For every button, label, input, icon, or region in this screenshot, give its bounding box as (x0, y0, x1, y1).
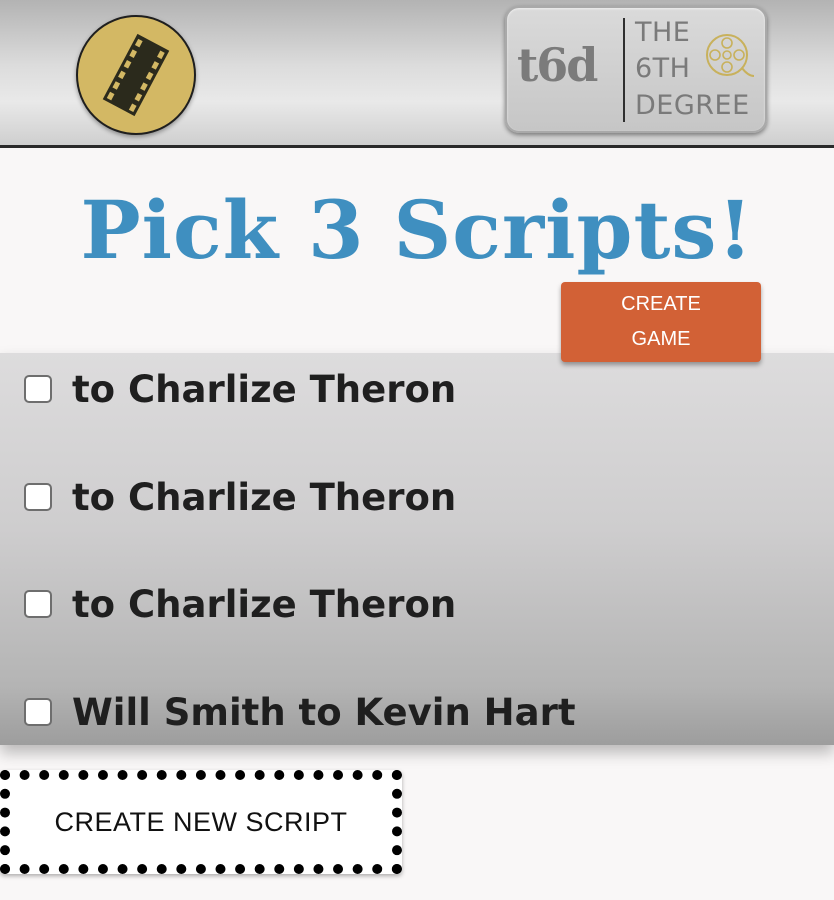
script-label: to Charlize Theron (72, 475, 457, 519)
brand-line-6th: 6TH (635, 53, 691, 84)
create-game-label-line1: CREATE (621, 293, 701, 315)
create-game-button[interactable]: CREATE GAME (561, 282, 761, 362)
script-item[interactable]: to Charlize Theron (24, 472, 456, 522)
film-strip-icon (102, 33, 170, 117)
create-game-label-line2: GAME (631, 328, 691, 350)
script-checkbox[interactable] (24, 483, 52, 511)
film-logo-button[interactable] (76, 15, 196, 135)
film-reel-icon (706, 34, 755, 77)
script-checkbox[interactable] (24, 590, 52, 618)
brand-divider (623, 18, 625, 122)
brand-line-the: THE (635, 17, 691, 48)
script-list: to Charlize Theron to Charlize Theron to… (0, 353, 834, 745)
app-header: t6d THE 6TH DEGREE (0, 0, 834, 148)
script-checkbox[interactable] (24, 698, 52, 726)
create-new-script-button[interactable]: CREATE NEW SCRIPT (0, 770, 402, 874)
script-item[interactable]: to Charlize Theron (24, 579, 456, 629)
brand-mark-text: t6d (517, 38, 598, 92)
script-label: Will Smith to Kevin Hart (72, 690, 576, 734)
script-checkbox[interactable] (24, 375, 52, 403)
script-label: to Charlize Theron (72, 582, 457, 626)
create-new-script-label: CREATE NEW SCRIPT (54, 806, 348, 837)
script-label: to Charlize Theron (72, 367, 457, 411)
brand-line-degree: DEGREE (635, 90, 750, 121)
brand-logo[interactable]: t6d THE 6TH DEGREE (505, 6, 767, 133)
script-item[interactable]: Will Smith to Kevin Hart (24, 687, 576, 737)
page-title: Pick 3 Scripts! (80, 183, 754, 277)
script-item[interactable]: to Charlize Theron (24, 364, 456, 414)
